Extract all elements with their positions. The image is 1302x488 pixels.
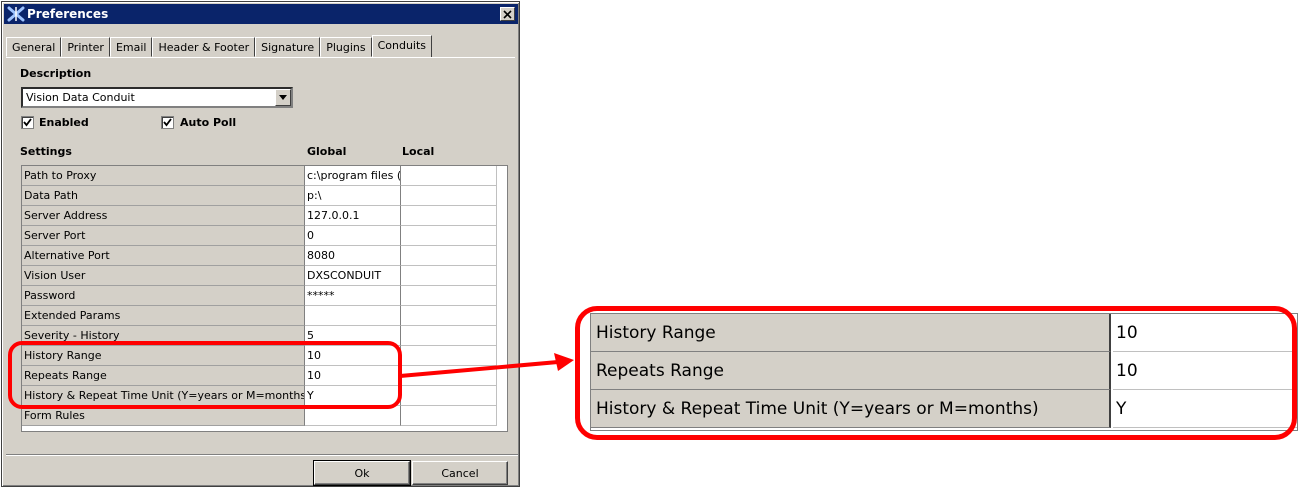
global-value[interactable]: ***** [305,286,401,306]
description-label: Description [20,67,92,80]
setting-name: Server Port [22,226,305,246]
global-value[interactable]: 127.0.0.1 [305,206,401,226]
tab-header-footer[interactable]: Header & Footer [152,37,256,57]
local-value[interactable] [401,246,497,266]
row-highlight-outline [8,341,402,409]
arrow-right-icon [399,353,574,378]
check-icon [163,118,172,127]
settings-header: Settings [20,145,72,158]
chevron-down-icon [279,95,287,100]
global-value[interactable]: 8080 [305,246,401,266]
enabled-checkbox[interactable] [21,116,34,129]
global-value[interactable]: p:\ [305,186,401,206]
local-value[interactable] [401,226,497,246]
global-value[interactable]: c:\program files (x [305,166,401,186]
dropdown-button[interactable] [275,89,291,106]
setting-name: Data Path [22,186,305,206]
local-value[interactable] [401,306,497,326]
setting-name: Password [22,286,305,306]
conduit-x-icon [7,5,25,23]
table-row: Form Rules [22,406,507,426]
tab-signature[interactable]: Signature [255,37,321,57]
table-row: Server Port 0 [22,226,507,246]
local-value[interactable] [401,286,497,306]
window-title: Preferences [27,7,109,21]
table-row: Path to Proxy c:\program files (x [22,166,507,186]
global-value[interactable]: DXSCONDUIT [305,266,401,286]
table-row: Alternative Port 8080 [22,246,507,266]
conduit-select-value: Vision Data Conduit [26,91,135,104]
local-value[interactable] [401,326,497,346]
local-value[interactable] [401,186,497,206]
close-icon [503,9,512,19]
setting-name: Server Address [22,206,305,226]
table-row: Server Address 127.0.0.1 [22,206,507,226]
setting-name: Path to Proxy [22,166,305,186]
table-row: Password ***** [22,286,507,306]
local-value[interactable] [401,266,497,286]
footer-divider [6,454,518,456]
global-value[interactable]: 0 [305,226,401,246]
zoom-highlight-outline [575,306,1297,440]
setting-name: Extended Params [22,306,305,326]
title-bar[interactable]: Preferences [4,4,518,24]
setting-name: Vision User [22,266,305,286]
preferences-dialog: Preferences General Printer Email Header… [1,1,520,487]
tab-printer[interactable]: Printer [61,37,110,57]
auto-poll-label[interactable]: Auto Poll [180,116,236,129]
conduit-select[interactable]: Vision Data Conduit [21,87,293,108]
global-value[interactable] [305,406,401,426]
local-value[interactable] [401,166,497,186]
cancel-button[interactable]: Cancel [412,461,508,485]
global-header: Global [307,145,347,158]
auto-poll-checkbox[interactable] [161,116,174,129]
setting-name: Alternative Port [22,246,305,266]
table-row: Extended Params [22,306,507,326]
close-button[interactable] [500,7,515,21]
ok-button[interactable]: Ok [313,460,411,486]
tab-strip: General Printer Email Header & Footer Si… [6,35,433,57]
table-row: Data Path p:\ [22,186,507,206]
global-value[interactable] [305,306,401,326]
local-value[interactable] [401,406,497,426]
local-value[interactable] [401,206,497,226]
tab-general[interactable]: General [6,37,62,57]
enabled-label[interactable]: Enabled [39,116,89,129]
tab-conduits[interactable]: Conduits [371,35,433,57]
tab-plugins[interactable]: Plugins [320,37,372,57]
check-icon [23,118,32,127]
tab-panel-border [6,57,515,58]
tab-email[interactable]: Email [109,37,153,57]
table-row: Vision User DXSCONDUIT [22,266,507,286]
local-header: Local [402,145,435,158]
setting-name: Form Rules [22,406,305,426]
local-value[interactable] [401,386,497,406]
